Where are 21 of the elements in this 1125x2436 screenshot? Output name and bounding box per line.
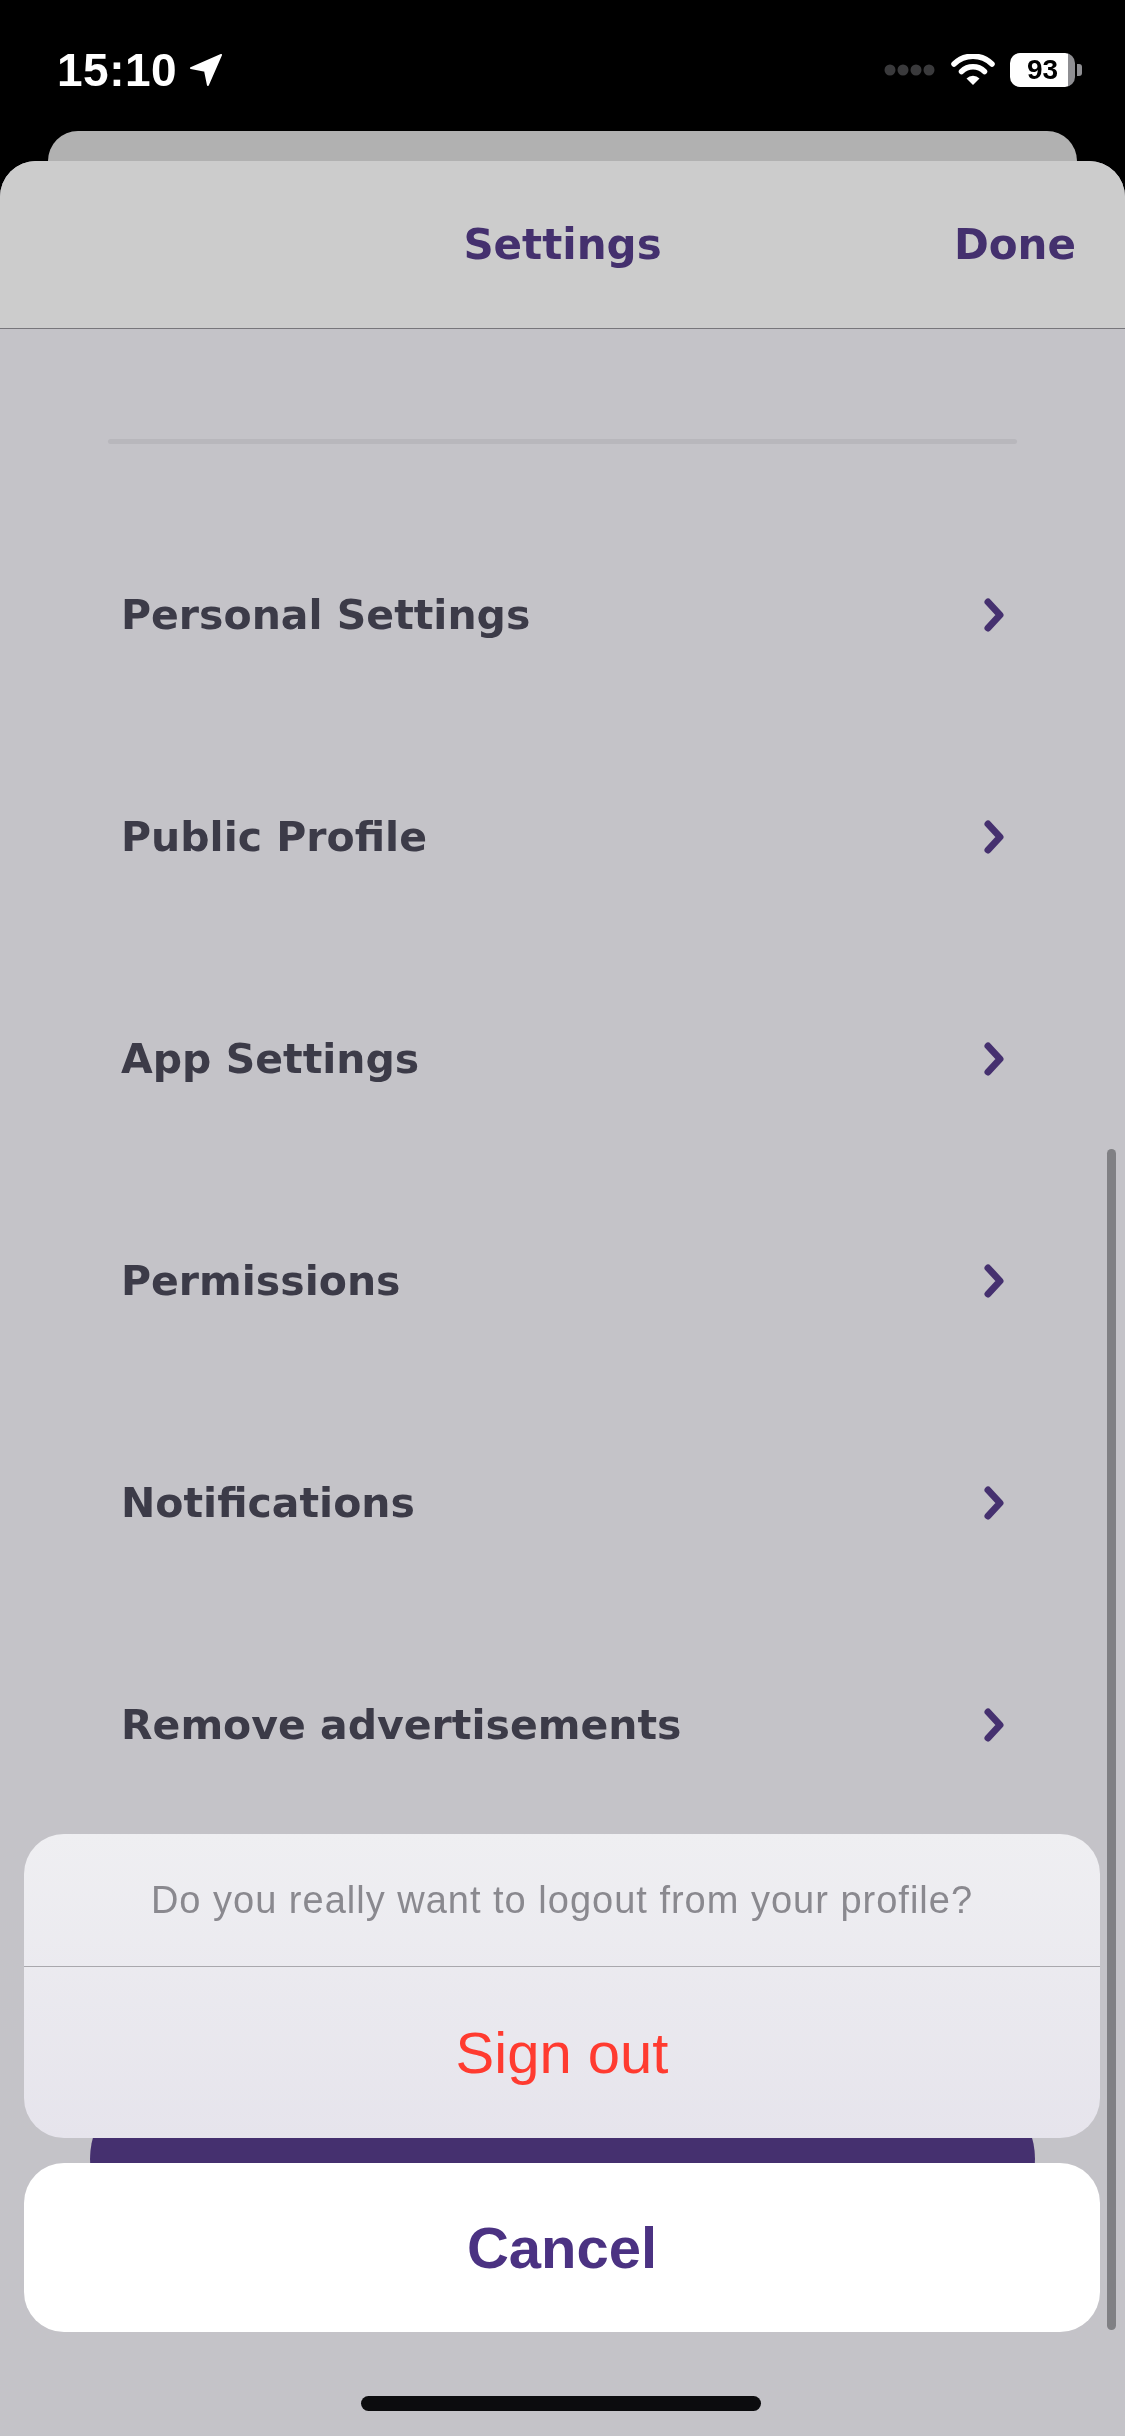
done-button[interactable]: Done xyxy=(953,220,1076,269)
location-arrow-icon xyxy=(189,52,224,87)
wifi-icon xyxy=(950,53,996,86)
battery-indicator: 93 xyxy=(1010,52,1082,87)
chevron-right-icon xyxy=(983,1485,1005,1521)
settings-row[interactable]: Notifications xyxy=(0,1392,1125,1614)
settings-row[interactable]: Permissions xyxy=(0,1170,1125,1392)
settings-row[interactable]: Remove advertisements xyxy=(0,1614,1125,1836)
chevron-right-icon xyxy=(983,1263,1005,1299)
chevron-right-icon xyxy=(983,819,1005,855)
alert-message: Do you really want to logout from your profile? xyxy=(149,1877,975,1923)
status-time: 15:10 xyxy=(57,42,178,97)
settings-row[interactable]: Public Profile xyxy=(0,726,1125,948)
chevron-right-icon xyxy=(983,1041,1005,1077)
signal-icon xyxy=(884,63,936,76)
settings-row[interactable]: App Settings xyxy=(0,948,1125,1170)
sheet-title: Settings xyxy=(463,220,662,269)
settings-row[interactable]: Personal Settings xyxy=(0,504,1125,726)
chevron-right-icon xyxy=(983,597,1005,633)
chevron-right-icon xyxy=(983,1707,1005,1743)
cancel-button[interactable]: Cancel xyxy=(24,2163,1100,2332)
